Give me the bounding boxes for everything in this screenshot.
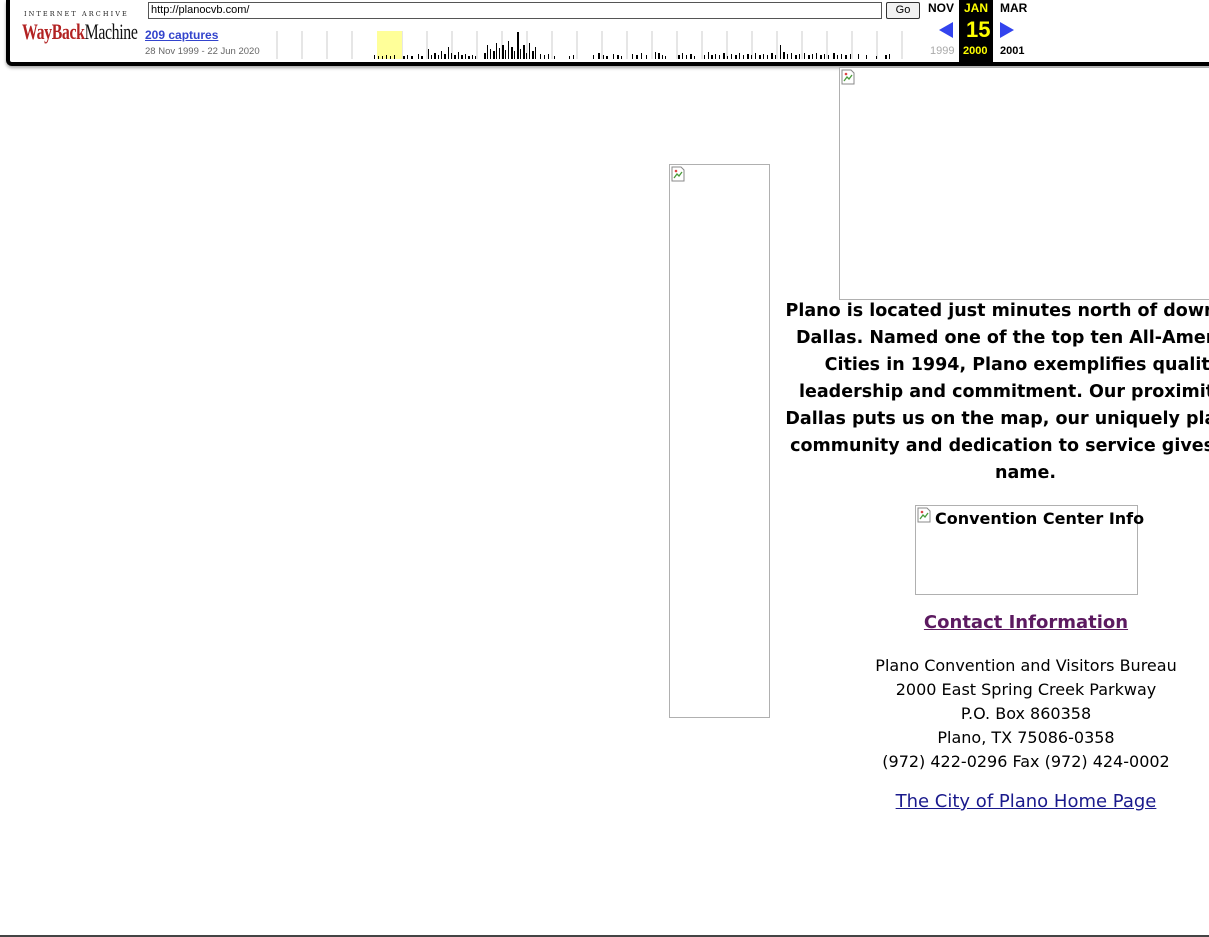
city-home-page-link[interactable]: The City of Plano Home Page: [896, 791, 1157, 812]
captures-link[interactable]: 209 captures: [145, 28, 218, 42]
broken-image-icon: [671, 166, 685, 182]
contact-heading: Contact Information: [780, 612, 1209, 633]
logo-internet-archive-text: INTERNET ARCHIVE: [24, 10, 129, 18]
wayback-toolbar: INTERNET ARCHIVE WayBackMachine http://p…: [6, 0, 1209, 66]
address-block: Plano Convention and Visitors Bureau 200…: [780, 654, 1209, 774]
url-input[interactable]: http://planocvb.com/: [148, 2, 882, 19]
next-month-link[interactable]: MAR: [1000, 1, 1027, 15]
capture-sparkline[interactable]: [268, 31, 918, 59]
address-po-box: P.O. Box 860358: [960, 704, 1092, 723]
prev-capture-arrow-icon[interactable]: [939, 22, 953, 38]
intro-paragraph: Plano is located just minutes north of d…: [785, 301, 1209, 483]
address-city: Plano, TX 75086-0358: [937, 728, 1115, 747]
convention-center-image-link[interactable]: Convention Center Info: [915, 505, 1144, 595]
address-org: Plano Convention and Visitors Bureau: [875, 656, 1177, 675]
capture-date-range: 28 Nov 1999 - 22 Jun 2020: [145, 46, 260, 57]
convention-center-alt-text: Convention Center Info: [935, 509, 1145, 528]
broken-image-icon: [841, 69, 855, 85]
current-month: JAN: [964, 1, 989, 15]
prev-month-link[interactable]: NOV: [928, 1, 954, 15]
sparkline-year-dividers: [276, 31, 903, 59]
header-image: [839, 67, 1209, 300]
sparkline-current-year-highlight: [377, 31, 402, 59]
wayback-logo[interactable]: INTERNET ARCHIVE WayBackMachine: [20, 8, 138, 48]
city-link-container: The City of Plano Home Page: [780, 791, 1209, 812]
left-banner-image: [669, 164, 770, 718]
broken-image-icon: [917, 507, 931, 523]
logo-wayback-text: WayBackMachine: [22, 19, 138, 44]
address-street: 2000 East Spring Creek Parkway: [895, 680, 1157, 699]
go-button[interactable]: Go: [886, 2, 920, 19]
contact-information-link[interactable]: Contact Information: [924, 612, 1128, 633]
current-day: 15: [966, 17, 991, 42]
prev-year: 1999: [930, 45, 955, 57]
calendar-navigator: NOV JAN MAR 15 1999 2000 2001: [922, 0, 1032, 62]
address-phones: (972) 422-0296 Fax (972) 424-0002: [882, 752, 1170, 771]
next-year: 2001: [1000, 45, 1025, 57]
sparkline-bars: [374, 32, 890, 59]
current-year: 2000: [963, 45, 988, 57]
next-capture-arrow-icon[interactable]: [1000, 22, 1014, 38]
